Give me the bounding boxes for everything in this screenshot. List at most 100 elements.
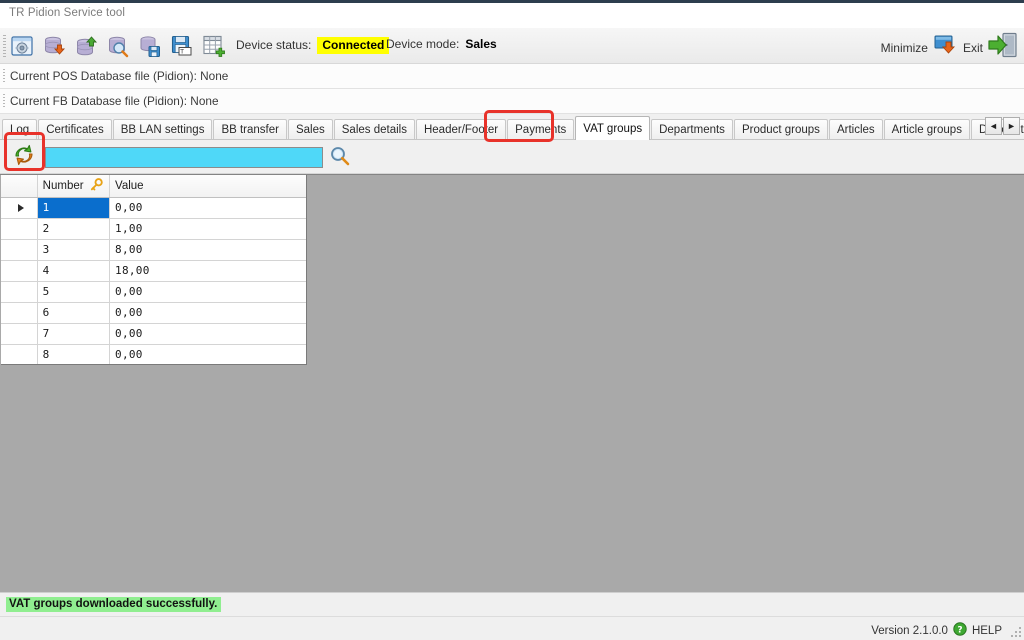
row-number-cell[interactable]: 1 bbox=[37, 197, 111, 219]
row-number-cell[interactable]: 3 bbox=[37, 239, 111, 261]
tab-sales-details[interactable]: Sales details bbox=[333, 119, 415, 140]
database-download-button[interactable] bbox=[40, 32, 68, 60]
row-number-cell[interactable]: 4 bbox=[37, 260, 111, 282]
database-save-icon bbox=[138, 34, 162, 58]
row-value-cell[interactable]: 18,00 bbox=[109, 260, 306, 282]
search-button[interactable] bbox=[328, 146, 352, 170]
toolbar-drag-handle[interactable] bbox=[3, 35, 6, 57]
table-row[interactable]: 6 0,00 bbox=[1, 302, 306, 324]
svg-text:T: T bbox=[179, 48, 184, 55]
table-row[interactable]: 5 0,00 bbox=[1, 281, 306, 303]
minimize-button[interactable]: Minimize bbox=[881, 33, 959, 62]
row-value-cell[interactable]: 0,00 bbox=[109, 302, 306, 324]
refresh-button[interactable] bbox=[9, 143, 39, 171]
svg-text:?: ? bbox=[957, 625, 962, 635]
row-number-cell[interactable]: 5 bbox=[37, 281, 111, 303]
current-row-marker-icon bbox=[18, 203, 25, 212]
status-message-bar: VAT groups downloaded successfully. bbox=[0, 592, 1024, 616]
resize-grip[interactable] bbox=[1009, 625, 1021, 637]
save-as-button[interactable]: T bbox=[168, 32, 196, 60]
new-table-icon bbox=[202, 34, 226, 58]
footer-bar: Version 2.1.0.0 ? HELP bbox=[0, 616, 1024, 640]
table-row[interactable]: 7 0,00 bbox=[1, 323, 306, 345]
tab-product-groups[interactable]: Product groups bbox=[733, 119, 828, 140]
table-body: 1 0,00 2 1,00 3 8,00 4 18,00 5 0,00 6 0,… bbox=[1, 197, 306, 364]
database-upload-button[interactable] bbox=[72, 32, 100, 60]
database-search-icon bbox=[106, 34, 130, 58]
version-label: Version 2.1.0.0 bbox=[871, 624, 948, 637]
tab-bb-transfer[interactable]: BB transfer bbox=[213, 119, 287, 140]
settings-window-button[interactable] bbox=[8, 32, 36, 60]
tab-scroll-controls: ◄ ► bbox=[985, 117, 1020, 135]
row-marker-cell bbox=[1, 344, 38, 364]
tab-label: Sales details bbox=[341, 124, 407, 136]
table-header: Number Value bbox=[1, 175, 306, 198]
row-value-cell[interactable]: 1,00 bbox=[109, 218, 306, 240]
tab-articles[interactable]: Articles bbox=[828, 119, 883, 140]
tab-payments[interactable]: Payments bbox=[507, 119, 575, 140]
new-table-button[interactable] bbox=[200, 32, 228, 60]
device-mode-label: Device mode: bbox=[386, 37, 460, 51]
tab-article-groups[interactable]: Article groups bbox=[883, 119, 970, 140]
tab-header-footer[interactable]: Header/Footer bbox=[415, 119, 507, 140]
row-number-cell[interactable]: 7 bbox=[37, 323, 111, 345]
tab-label: Articles bbox=[836, 124, 875, 136]
device-mode-value: Sales bbox=[465, 37, 497, 51]
row-marker-cell bbox=[1, 239, 38, 261]
row-selector-column-header bbox=[1, 175, 38, 198]
table-row[interactable]: 3 8,00 bbox=[1, 239, 306, 261]
value-column-label: Value bbox=[115, 179, 144, 192]
exit-door-icon bbox=[988, 32, 1018, 63]
row-value-cell[interactable]: 0,00 bbox=[109, 197, 306, 219]
database-download-icon bbox=[42, 34, 66, 58]
row-value-cell[interactable]: 0,00 bbox=[109, 281, 306, 303]
row-value-cell[interactable]: 8,00 bbox=[109, 239, 306, 261]
refresh-icon bbox=[11, 142, 37, 173]
tab-label: Departments bbox=[659, 124, 725, 136]
application-window: TR Pidion Service tool T Device status: … bbox=[0, 0, 1024, 640]
device-mode: Device mode: Sales bbox=[386, 37, 497, 51]
device-status-value: Connected bbox=[317, 37, 390, 54]
row-value-cell[interactable]: 0,00 bbox=[109, 344, 306, 364]
magnifier-icon bbox=[329, 145, 351, 172]
table-row[interactable]: 4 18,00 bbox=[1, 260, 306, 282]
row-number-cell[interactable]: 2 bbox=[37, 218, 111, 240]
tab-certificates[interactable]: Certificates bbox=[38, 119, 112, 140]
row-marker-cell bbox=[1, 302, 38, 324]
row-marker-cell bbox=[1, 260, 38, 282]
database-save-button[interactable] bbox=[136, 32, 164, 60]
key-icon bbox=[90, 177, 103, 194]
row-number-cell[interactable]: 8 bbox=[37, 344, 111, 364]
search-toolbar bbox=[0, 140, 1024, 174]
tab-log[interactable]: Log bbox=[2, 119, 38, 140]
tab-vat-groups[interactable]: VAT groups bbox=[575, 116, 651, 140]
tab-scroll-prev-button[interactable]: ◄ bbox=[985, 117, 1002, 135]
title-bar: TR Pidion Service tool bbox=[0, 3, 1024, 28]
search-input[interactable] bbox=[45, 147, 323, 168]
help-link[interactable]: HELP bbox=[972, 625, 1002, 637]
vat-groups-grid[interactable]: Number Value 1 0,00 2 1,00 3 8,00 4 18,0… bbox=[1, 175, 307, 365]
tab-label: Payments bbox=[515, 124, 567, 136]
value-column-header[interactable]: Value bbox=[109, 175, 306, 198]
info-row-handle bbox=[3, 69, 5, 84]
exit-button[interactable]: Exit bbox=[963, 32, 1018, 63]
fb-database-info-text: Current FB Database file (Pidion): None bbox=[10, 94, 219, 108]
table-header-row: Number Value bbox=[1, 175, 306, 198]
tab-list: Log Certificates BB LAN settings BB tran… bbox=[2, 116, 1024, 140]
help-question-icon[interactable]: ? bbox=[953, 622, 967, 639]
table-row[interactable]: 1 0,00 bbox=[1, 197, 306, 219]
chevron-left-icon: ◄ bbox=[989, 121, 998, 131]
tab-scroll-next-button[interactable]: ► bbox=[1003, 117, 1020, 135]
row-marker-cell bbox=[1, 323, 38, 345]
row-value-cell[interactable]: 0,00 bbox=[109, 323, 306, 345]
database-search-button[interactable] bbox=[104, 32, 132, 60]
row-marker-cell bbox=[1, 281, 38, 303]
row-marker-cell bbox=[1, 218, 38, 240]
table-row[interactable]: 2 1,00 bbox=[1, 218, 306, 240]
number-column-header[interactable]: Number bbox=[37, 175, 111, 198]
tab-bb-lan-settings[interactable]: BB LAN settings bbox=[112, 119, 213, 140]
tab-sales[interactable]: Sales bbox=[287, 119, 333, 140]
table-row[interactable]: 8 0,00 bbox=[1, 344, 306, 364]
row-number-cell[interactable]: 6 bbox=[37, 302, 111, 324]
tab-departments[interactable]: Departments bbox=[651, 119, 733, 140]
